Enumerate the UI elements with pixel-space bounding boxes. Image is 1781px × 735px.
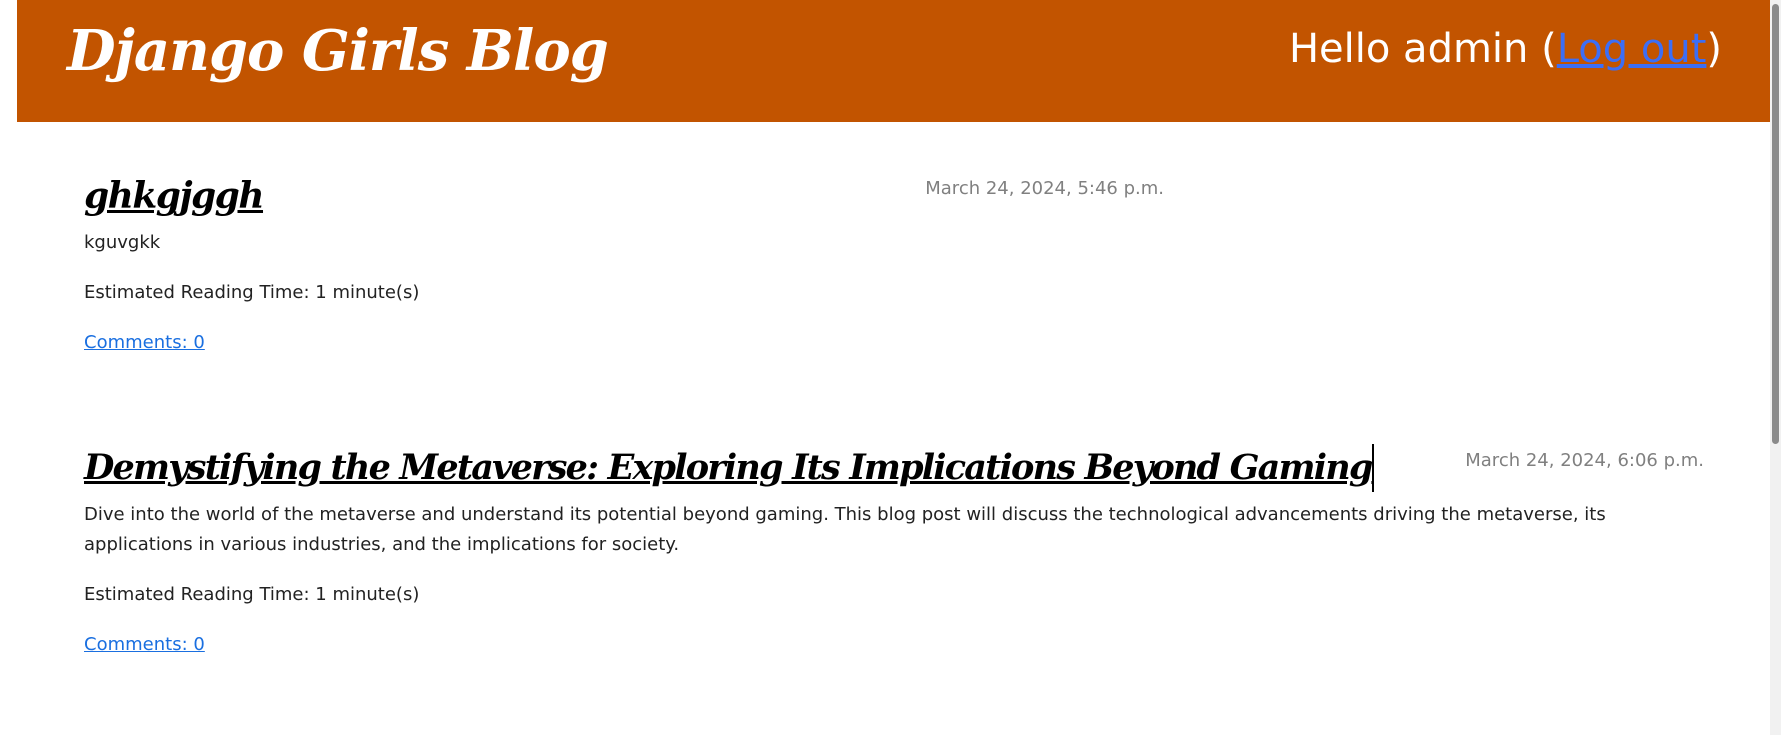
post-excerpt: kguvgkk bbox=[84, 232, 161, 253]
post-title-link[interactable]: ghkgjggh bbox=[84, 172, 265, 220]
greeting-prefix: Hello admin ( bbox=[1288, 26, 1557, 72]
reading-time: Estimated Reading Time: 1 minute(s) bbox=[84, 282, 420, 303]
post-date: March 24, 2024, 6:06 p.m. bbox=[1465, 450, 1704, 471]
comments-link[interactable]: Comments: 0 bbox=[84, 630, 205, 660]
page-header: Django Girls Blog Hello admin (Log out) bbox=[17, 0, 1770, 122]
post-item: March 24, 2024, 5:46 p.m. ghkgjggh kguvg… bbox=[84, 172, 1164, 358]
post-excerpt: Dive into the world of the metaverse and… bbox=[84, 504, 1606, 555]
scrollbar-thumb[interactable] bbox=[1772, 4, 1779, 444]
comments-link[interactable]: Comments: 0 bbox=[84, 328, 205, 358]
vertical-scrollbar[interactable] bbox=[1770, 0, 1781, 735]
site-brand-link[interactable]: Django Girls Blog bbox=[67, 18, 609, 84]
text-cursor bbox=[1371, 444, 1374, 492]
logout-link[interactable]: Log out bbox=[1557, 26, 1707, 72]
page: Django Girls Blog Hello admin (Log out) … bbox=[0, 0, 1781, 735]
post-date: March 24, 2024, 5:46 p.m. bbox=[925, 178, 1164, 199]
greeting-suffix: ) bbox=[1706, 26, 1722, 72]
reading-time: Estimated Reading Time: 1 minute(s) bbox=[84, 584, 420, 605]
post-title-link[interactable]: Demystifying the Metaverse: Exploring It… bbox=[84, 444, 1373, 492]
user-greeting: Hello admin (Log out) bbox=[1289, 26, 1722, 72]
post-item: March 24, 2024, 6:06 p.m. Demystifying t… bbox=[84, 444, 1704, 660]
